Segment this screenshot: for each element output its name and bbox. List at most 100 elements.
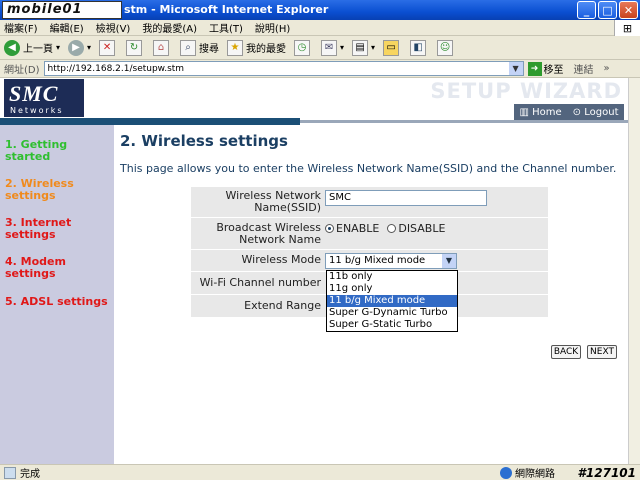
broadcast-row: Broadcast Wireless Network Name ENABLE D… [191,218,548,249]
mode-option[interactable]: 11b only [327,271,457,283]
address-dropdown-icon[interactable]: ▼ [508,62,523,75]
status-text: 完成 [20,469,40,480]
links-label[interactable]: 連結 [574,61,594,76]
menu-view[interactable]: 檢視(V) [96,20,131,35]
maximize-button[interactable]: □ [598,1,617,19]
broadcast-radio-group: ENABLE DISABLE [325,222,445,235]
mode-row: Wireless Mode 11 b/g Mixed mode ▼ [191,250,548,271]
page-viewport: SMC Networks SETUP WIZARD ▥ Home ⊙ Logou… [0,78,628,464]
forward-dropdown-icon[interactable]: ▾ [87,43,91,52]
vertical-scrollbar[interactable] [628,78,640,464]
history-button[interactable]: ◷ [294,39,313,56]
minimize-button[interactable]: _ [577,1,596,19]
globe-icon [500,466,512,479]
ssid-label: Wireless Network Name(SSID) [225,189,321,214]
mode-option[interactable]: Super G-Static Turbo [327,319,457,331]
top-nav: ▥ Home ⊙ Logout [514,104,624,120]
home-button[interactable]: ⌂ [153,39,172,56]
home-link-label: Home [532,106,562,118]
logout-icon: ⊙ [572,106,582,118]
security-zone: 網際網路 [500,465,555,480]
back-dropdown-icon[interactable]: ▾ [56,43,60,52]
menu-edit[interactable]: 編輯(E) [50,20,84,35]
links-chevron-icon[interactable]: » [604,63,610,74]
sidebar-item-getting-started[interactable]: 1. Getting started [5,139,109,163]
browser-toolbar: ◀ 上一頁 ▾ ▶ ▾ ✕ ↻ ⌂ ⌕ 搜尋 ★ 我的最愛 ◷ ✉ ▾ ▤ ▾ … [0,36,640,60]
messenger-icon: ☺ [437,39,454,56]
address-bar: 網址(D) http://192.168.2.1/setupw.stm ▼ ➜ … [0,60,640,78]
back-button[interactable]: ◀ 上一頁 ▾ [4,39,60,56]
refresh-icon: ↻ [126,39,143,56]
address-label: 網址(D) [4,65,40,76]
menu-bar: 檔案(F) 編輯(E) 檢視(V) 我的最愛(A) 工具(T) 說明(H) ⊞ [0,20,640,36]
research-button[interactable]: ◧ [410,39,429,56]
home-nav-icon: ▥ [519,106,529,118]
channel-label: Wi-Fi Channel number [199,276,321,289]
star-icon: ★ [227,39,244,56]
sidebar-item-wireless[interactable]: 2. Wireless settings [5,178,109,202]
home-link[interactable]: ▥ Home [520,107,562,118]
mail-button[interactable]: ✉ ▾ [321,39,344,56]
ssid-input[interactable]: SMC [325,190,487,206]
mode-option-selected[interactable]: 11 b/g Mixed mode [327,295,457,307]
messenger-button[interactable]: ☺ [437,39,456,56]
header-divider-light [300,120,628,123]
site-logo: mobile01 [2,1,122,19]
wireless-mode-dropdown: 11b only 11g only 11 b/g Mixed mode Supe… [326,270,458,332]
wireless-mode-select[interactable]: 11 b/g Mixed mode ▼ [325,253,457,269]
title-bar: mobile01 stm - Microsoft Internet Explor… [0,0,640,20]
mail-dropdown-icon[interactable]: ▾ [340,43,344,52]
window-title: stm - Microsoft Internet Explorer [124,3,329,16]
enable-label: ENABLE [336,222,380,235]
disable-radio[interactable] [387,224,397,233]
broadcast-label: Broadcast Wireless Network Name [216,221,321,246]
sidebar-item-adsl[interactable]: 5. ADSL settings [5,296,109,308]
menu-tools[interactable]: 工具(T) [209,20,243,35]
research-icon: ◧ [410,39,427,56]
next-wizard-button[interactable]: NEXT [587,345,617,359]
enable-radio[interactable] [325,224,334,233]
window-controls: _ □ ✕ [577,1,638,19]
search-button[interactable]: ⌕ 搜尋 [180,39,220,56]
address-input[interactable]: http://192.168.2.1/setupw.stm ▼ [43,61,524,76]
go-arrow-icon: ➜ [527,61,542,76]
zone-label: 網際網路 [515,469,555,480]
mail-icon: ✉ [321,39,338,56]
menu-favorites[interactable]: 我的最愛(A) [142,20,197,35]
back-wizard-button[interactable]: BACK [551,345,581,359]
ssid-row: Wireless Network Name(SSID) SMC [191,187,548,217]
sidebar-item-internet[interactable]: 3. Internet settings [5,217,109,241]
favorites-button[interactable]: ★ 我的最愛 [227,39,286,56]
setup-wizard-title: SETUP WIZARD [430,79,622,103]
go-label: 移至 [543,65,564,76]
stop-button[interactable]: ✕ [99,39,118,56]
search-icon: ⌕ [180,39,197,56]
forward-button[interactable]: ▶ ▾ [68,39,91,56]
address-url: http://192.168.2.1/setupw.stm [47,63,185,74]
close-button[interactable]: ✕ [619,1,638,19]
logout-link[interactable]: ⊙ Logout [573,107,619,118]
search-label: 搜尋 [199,44,220,55]
print-dropdown-icon[interactable]: ▾ [371,43,375,52]
mode-option[interactable]: 11g only [327,283,457,295]
refresh-button[interactable]: ↻ [126,39,145,56]
print-button[interactable]: ▤ ▾ [352,39,375,56]
mode-option[interactable]: Super G-Dynamic Turbo [327,307,457,319]
go-button[interactable]: ➜ 移至 [527,61,564,76]
print-icon: ▤ [352,39,369,56]
page-done-icon [4,466,16,479]
edit-button[interactable]: ▭ [383,39,402,56]
status-bar: 完成 網際網路 #127101 [0,464,640,480]
intro-text: This page allows you to enter the Wirele… [120,162,617,175]
sidebar-item-modem[interactable]: 4. Modem settings [5,256,109,280]
back-label: 上一頁 [23,44,53,55]
forward-arrow-icon: ▶ [68,39,85,56]
chevron-down-icon[interactable]: ▼ [442,254,456,268]
wireless-mode-value: 11 b/g Mixed mode [329,255,426,266]
logout-link-label: Logout [584,106,619,118]
home-icon: ⌂ [153,39,170,56]
menu-file[interactable]: 檔案(F) [4,20,38,35]
history-icon: ◷ [294,39,311,56]
stop-icon: ✕ [99,39,116,56]
menu-help[interactable]: 說明(H) [255,20,290,35]
